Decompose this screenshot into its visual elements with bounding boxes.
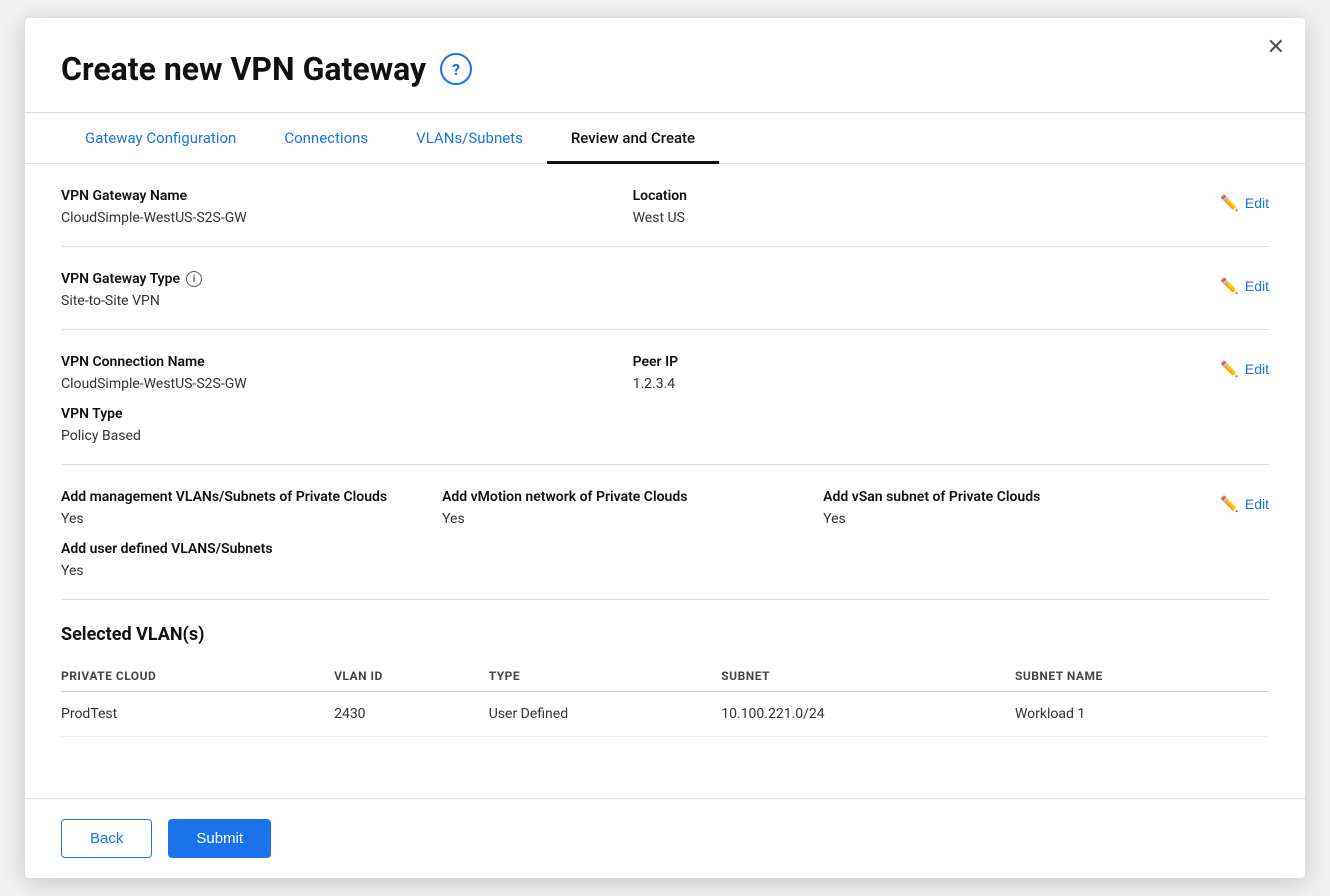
cell-vlan-id: 2430: [334, 692, 489, 737]
gateway-type-section: VPN Gateway Type i Site-to-Site VPN ✏️ E…: [61, 247, 1269, 330]
type-edit-label: Edit: [1245, 278, 1269, 294]
vlan-table: PRIVATE CLOUD VLAN ID TYPE SUBNET SUBNET…: [61, 661, 1269, 737]
section-inner-vlan: Add management VLANs/Subnets of Private …: [61, 489, 1269, 579]
vlan-table-header: PRIVATE CLOUD VLAN ID TYPE SUBNET SUBNET…: [61, 661, 1269, 692]
table-row: ProdTest 2430 User Defined 10.100.221.0/…: [61, 692, 1269, 737]
col-subnet: SUBNET: [721, 661, 1015, 692]
gateway-type-value: Site-to-Site VPN: [61, 293, 1204, 309]
peer-ip-value: 1.2.3.4: [633, 376, 1205, 392]
tab-connections[interactable]: Connections: [260, 113, 392, 164]
peer-ip-label: Peer IP: [633, 354, 1205, 370]
section-inner-type: VPN Gateway Type i Site-to-Site VPN ✏️ E…: [61, 271, 1269, 309]
title-row: Create new VPN Gateway ?: [61, 50, 1269, 88]
cell-subnet-name: Workload 1: [1015, 692, 1269, 737]
vmotion-label: Add vMotion network of Private Clouds: [442, 489, 823, 505]
vlan-table-title: Selected VLAN(s): [61, 624, 1269, 645]
vsan-label: Add vSan subnet of Private Clouds: [823, 489, 1204, 505]
vpn-type-label: VPN Type: [61, 406, 1204, 422]
section-inner: VPN Gateway Name CloudSimple-WestUS-S2S-…: [61, 188, 1269, 226]
pencil-icon-conn: ✏️: [1220, 360, 1239, 378]
modal-container: ✕ Create new VPN Gateway ? Gateway Confi…: [25, 18, 1305, 878]
close-button[interactable]: ✕: [1267, 36, 1285, 58]
gateway-name-label: VPN Gateway Name: [61, 188, 633, 204]
modal-title: Create new VPN Gateway: [61, 50, 426, 88]
section-content-conn: VPN Connection Name CloudSimple-WestUS-S…: [61, 354, 1204, 444]
modal-header: Create new VPN Gateway ?: [25, 18, 1305, 112]
vmotion-value: Yes: [442, 511, 823, 527]
vpn-type-group: VPN Type Policy Based: [61, 406, 1204, 444]
location-group: Location West US: [633, 188, 1205, 226]
gateway-name-value: CloudSimple-WestUS-S2S-GW: [61, 210, 633, 226]
col-type: TYPE: [489, 661, 722, 692]
user-defined-value: Yes: [61, 563, 1204, 579]
cell-type: User Defined: [489, 692, 722, 737]
help-icon[interactable]: ?: [440, 53, 472, 85]
user-defined-group: Add user defined VLANS/Subnets Yes: [61, 541, 1204, 579]
vlan-config-section: Add management VLANs/Subnets of Private …: [61, 465, 1269, 600]
conn-edit-action: ✏️ Edit: [1204, 354, 1269, 378]
location-label: Location: [633, 188, 1205, 204]
pencil-icon-vlan: ✏️: [1220, 495, 1239, 513]
section-content-type: VPN Gateway Type i Site-to-Site VPN: [61, 271, 1204, 309]
back-button[interactable]: Back: [61, 819, 152, 858]
section-content: VPN Gateway Name CloudSimple-WestUS-S2S-…: [61, 188, 1204, 226]
connection-edit-button[interactable]: ✏️ Edit: [1204, 360, 1269, 378]
pencil-icon-type: ✏️: [1220, 277, 1239, 295]
connection-section: VPN Connection Name CloudSimple-WestUS-S…: [61, 330, 1269, 465]
user-defined-label: Add user defined VLANS/Subnets: [61, 541, 1204, 557]
vpn-type-value: Policy Based: [61, 428, 1204, 444]
connection-name-row: VPN Connection Name CloudSimple-WestUS-S…: [61, 354, 1204, 392]
modal-footer: Back Submit: [25, 798, 1305, 878]
col-subnet-name: SUBNET NAME: [1015, 661, 1269, 692]
gateway-name-section: VPN Gateway Name CloudSimple-WestUS-S2S-…: [61, 164, 1269, 247]
vsan-group: Add vSan subnet of Private Clouds Yes: [823, 489, 1204, 527]
gateway-edit-label: Edit: [1245, 195, 1269, 211]
mgmt-vlan-value: Yes: [61, 511, 442, 527]
conn-name-group: VPN Connection Name CloudSimple-WestUS-S…: [61, 354, 633, 392]
conn-edit-label: Edit: [1245, 361, 1269, 377]
mgmt-vlan-label: Add management VLANs/Subnets of Private …: [61, 489, 442, 505]
info-icon[interactable]: i: [186, 271, 202, 287]
vmotion-group: Add vMotion network of Private Clouds Ye…: [442, 489, 823, 527]
col-vlan-id: VLAN ID: [334, 661, 489, 692]
location-value: West US: [633, 210, 1205, 226]
gateway-type-edit-button[interactable]: ✏️ Edit: [1204, 277, 1269, 295]
selected-vlans-section: Selected VLAN(s) PRIVATE CLOUD VLAN ID T…: [61, 600, 1269, 753]
tab-gateway-configuration[interactable]: Gateway Configuration: [61, 113, 260, 164]
cell-private-cloud: ProdTest: [61, 692, 334, 737]
tab-review-create[interactable]: Review and Create: [547, 113, 719, 164]
section-content-vlan: Add management VLANs/Subnets of Private …: [61, 489, 1204, 579]
gateway-name-group: VPN Gateway Name CloudSimple-WestUS-S2S-…: [61, 188, 633, 226]
vlan-table-body: ProdTest 2430 User Defined 10.100.221.0/…: [61, 692, 1269, 737]
type-edit-action: ✏️ Edit: [1204, 271, 1269, 295]
tabs-row: Gateway Configuration Connections VLANs/…: [25, 113, 1305, 164]
conn-name-label: VPN Connection Name: [61, 354, 633, 370]
gateway-type-label: VPN Gateway Type i: [61, 271, 1204, 287]
vlan-edit-action: ✏️ Edit: [1204, 489, 1269, 513]
modal-body: VPN Gateway Name CloudSimple-WestUS-S2S-…: [25, 164, 1305, 798]
mgmt-vlan-group: Add management VLANs/Subnets of Private …: [61, 489, 442, 527]
section-inner-conn: VPN Connection Name CloudSimple-WestUS-S…: [61, 354, 1269, 444]
col-private-cloud: PRIVATE CLOUD: [61, 661, 334, 692]
vsan-value: Yes: [823, 511, 1204, 527]
cell-subnet: 10.100.221.0/24: [721, 692, 1015, 737]
tab-vlans-subnets[interactable]: VLANs/Subnets: [392, 113, 547, 164]
peer-ip-group: Peer IP 1.2.3.4: [633, 354, 1205, 392]
gateway-edit-button[interactable]: ✏️ Edit: [1204, 194, 1269, 212]
vlan-three-col: Add management VLANs/Subnets of Private …: [61, 489, 1204, 527]
pencil-icon: ✏️: [1220, 194, 1239, 212]
gateway-edit-action: ✏️ Edit: [1204, 188, 1269, 212]
vlan-edit-label: Edit: [1245, 496, 1269, 512]
conn-name-value: CloudSimple-WestUS-S2S-GW: [61, 376, 633, 392]
vlan-edit-button[interactable]: ✏️ Edit: [1204, 495, 1269, 513]
gateway-name-row: VPN Gateway Name CloudSimple-WestUS-S2S-…: [61, 188, 1204, 226]
submit-button[interactable]: Submit: [168, 819, 271, 858]
